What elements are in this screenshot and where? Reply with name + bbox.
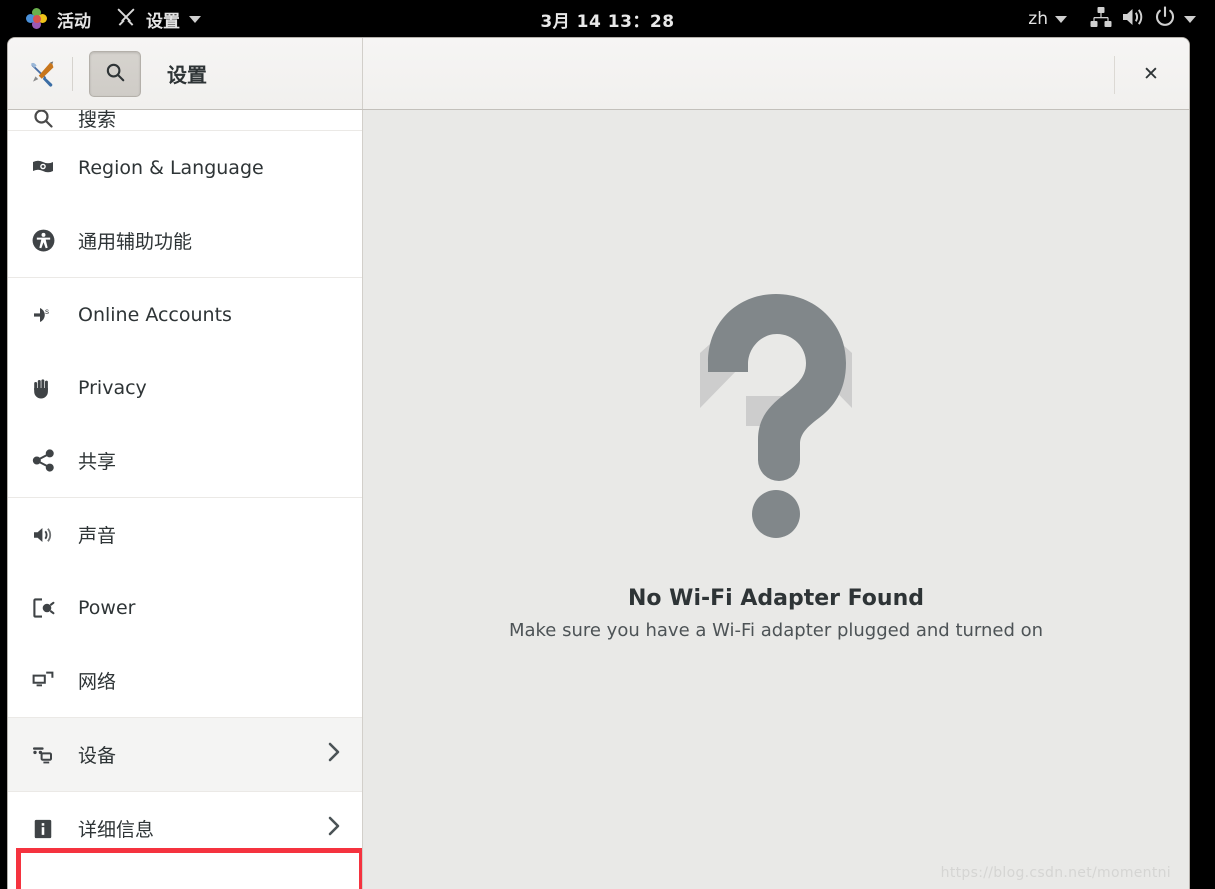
share-icon — [30, 448, 56, 473]
search-button[interactable] — [89, 50, 141, 97]
watermark-text: https://blog.csdn.net/momentni — [940, 865, 1171, 881]
tools-icon — [115, 6, 137, 33]
network-wired-icon — [1089, 5, 1113, 34]
clock[interactable]: 3月 14 13：28 — [540, 7, 674, 32]
sidebar-item-label: Online Accounts — [78, 303, 232, 326]
keyboard-layout-indicator[interactable]: zh — [1019, 9, 1076, 29]
hand-privacy-icon — [30, 376, 56, 400]
sidebar-item-privacy[interactable]: Privacy — [8, 351, 362, 424]
wifi-empty-state: No Wi-Fi Adapter Found Make sure you hav… — [509, 288, 1043, 641]
sidebar-item-online-accounts[interactable]: s Online Accounts — [8, 278, 362, 351]
top-bar-left-group: 活动 设置 — [0, 0, 213, 38]
sidebar-item-label: 详细信息 — [78, 819, 155, 841]
wifi-panel: No Wi-Fi Adapter Found Make sure you hav… — [363, 110, 1189, 889]
sidebar-item-sharing[interactable]: 共享 — [8, 424, 362, 497]
sidebar-item-label: Region & Language — [78, 156, 264, 179]
chevron-down-icon — [1055, 15, 1067, 23]
sidebar-item-label: 搜索 — [78, 110, 117, 130]
chevron-right-icon — [326, 813, 342, 845]
sidebar-item-label: 设备 — [78, 745, 117, 767]
power-icon — [1153, 5, 1177, 34]
close-button[interactable]: ✕ — [1131, 54, 1171, 94]
system-status-menu[interactable] — [1080, 5, 1205, 34]
sidebar-item-devices[interactable]: 设备 — [8, 718, 362, 791]
settings-sidebar[interactable]: 搜索 Region & Language 通用辅助功能 s Online Acc… — [8, 110, 363, 889]
header-divider — [72, 56, 73, 91]
app-menu-button[interactable]: 设置 — [103, 0, 213, 38]
app-menu-label: 设置 — [146, 11, 180, 32]
gnome-logo-icon — [24, 6, 49, 31]
info-icon — [30, 818, 56, 840]
svg-text:s: s — [45, 307, 49, 316]
window-header-bar: 设置 ✕ — [8, 38, 1189, 110]
sidebar-item-label: 网络 — [78, 671, 117, 693]
chevron-down-icon — [1184, 15, 1196, 23]
activities-label: 活动 — [57, 11, 91, 32]
flag-icon — [30, 156, 56, 180]
gnome-top-bar: 活动 设置 3月 14 13：28 zh — [0, 0, 1215, 38]
sidebar-item-region-language[interactable]: Region & Language — [8, 131, 362, 204]
keyboard-layout-label: zh — [1028, 9, 1048, 29]
sidebar-item-label: Power — [78, 596, 136, 619]
sidebar-item-universal-access[interactable]: 通用辅助功能 — [8, 204, 362, 277]
question-mark-icon — [636, 288, 916, 548]
network-icon — [30, 669, 56, 693]
sidebar-scrollbar[interactable] — [358, 110, 362, 889]
online-accounts-icon: s — [30, 303, 56, 327]
window-body: 搜索 Region & Language 通用辅助功能 s Online Acc… — [8, 110, 1189, 889]
sidebar-item-label: 共享 — [78, 451, 117, 473]
sidebar-item-label: Privacy — [78, 376, 147, 399]
header-right-section: ✕ — [363, 38, 1189, 109]
sidebar-item-power[interactable]: Power — [8, 571, 362, 644]
desktop-backdrop-right — [1189, 38, 1215, 889]
sidebar-item-label: 声音 — [78, 525, 117, 547]
power-plug-icon — [30, 596, 56, 620]
settings-window: 设置 ✕ 搜索 Region & Language 通用辅助功能 s Onlin… — [8, 38, 1189, 889]
search-icon — [104, 61, 126, 87]
chevron-right-icon — [326, 739, 342, 771]
wifi-empty-subtitle: Make sure you have a Wi-Fi adapter plugg… — [508, 620, 1044, 641]
sidebar-item-network[interactable]: 网络 — [8, 644, 362, 717]
sidebar-item-search[interactable]: 搜索 — [8, 110, 362, 130]
tools-icon — [28, 60, 56, 88]
volume-high-icon — [1120, 5, 1146, 34]
sidebar-item-label: 通用辅助功能 — [78, 231, 193, 253]
accessibility-icon — [30, 228, 56, 253]
header-divider-right — [1114, 56, 1115, 94]
sound-icon — [30, 523, 56, 547]
chevron-down-icon — [189, 15, 201, 23]
devices-icon — [30, 743, 56, 767]
sidebar-item-sound[interactable]: 声音 — [8, 498, 362, 571]
search-settings-icon — [30, 110, 56, 130]
window-title: 设置 — [167, 63, 207, 87]
sidebar-item-details[interactable]: 详细信息 — [8, 792, 362, 865]
wifi-empty-title: No Wi-Fi Adapter Found — [628, 586, 924, 611]
header-left-section: 设置 — [8, 38, 363, 109]
sidebar-scroll-area[interactable]: 搜索 Region & Language 通用辅助功能 s Online Acc… — [8, 110, 362, 889]
close-icon: ✕ — [1143, 62, 1159, 85]
desktop-backdrop-left — [0, 38, 8, 889]
top-bar-status-area[interactable]: zh — [1019, 0, 1205, 38]
activities-button[interactable]: 活动 — [14, 0, 103, 38]
